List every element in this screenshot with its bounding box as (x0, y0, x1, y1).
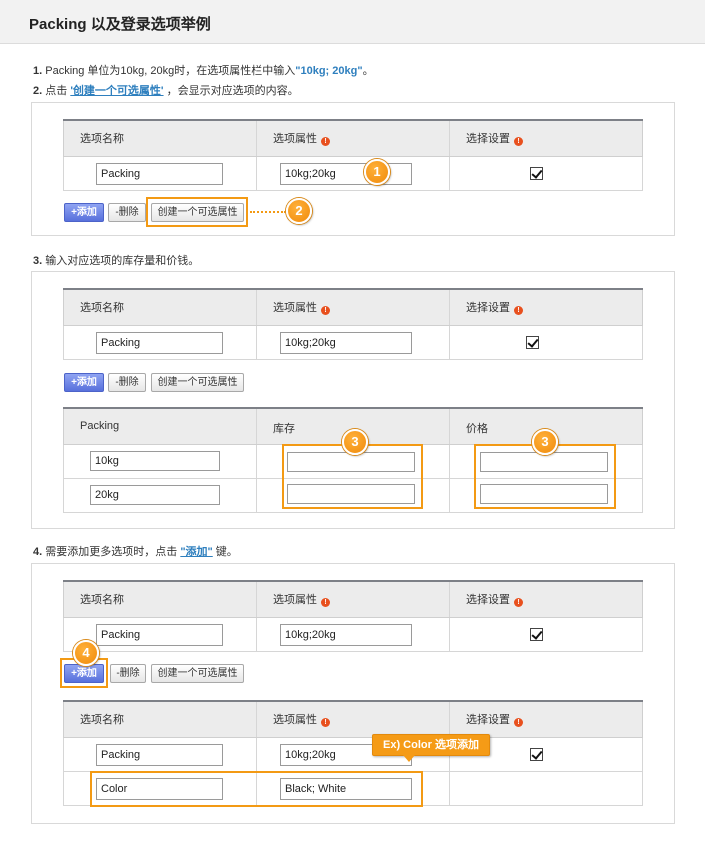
table-cell: 10kg;20kg (256, 324, 450, 360)
step-4-desc: 需要添加更多选项时，点击 (42, 546, 181, 558)
option-attr-input[interactable]: 10kg;20kg (280, 331, 412, 354)
step-4-end: 键。 (212, 546, 238, 558)
step-badge-3: 3 (532, 429, 558, 455)
select-checkbox[interactable] (530, 747, 543, 761)
info-icon: ! (514, 137, 523, 147)
table-cell: Packing (63, 736, 257, 772)
step-4-highlight: "添加" (180, 546, 213, 558)
delete-button[interactable]: -删除 (108, 373, 146, 392)
delete-button[interactable]: -删除 (110, 664, 146, 683)
info-icon: ! (321, 137, 330, 147)
option-name-input[interactable]: Packing (96, 743, 223, 766)
table-cell (449, 770, 643, 806)
col-header-option-attr: 选项属性! (256, 700, 450, 738)
option-table-3: 选项名称 选项属性! 选择设置! Packing 10kg;20kg (63, 580, 643, 652)
col-header-packing: Packing (63, 407, 257, 445)
step-2-highlight: '创建一个可选属性' (70, 85, 164, 97)
highlight-frame (90, 771, 423, 807)
table-cell: Packing (63, 155, 257, 191)
option-table-1: 选项名称 选项属性! 选择设置! Packing 10kg;20kg (63, 119, 643, 191)
packing-value-field[interactable]: 20kg (90, 484, 220, 505)
col-header-option-name: 选项名称 (63, 119, 257, 157)
col-header-option-name: 选项名称 (63, 700, 257, 738)
table-cell: 10kg;20kg (256, 616, 450, 652)
create-option-button[interactable]: 创建一个可选属性 (151, 373, 244, 392)
step-3-text: 3. 输入对应选项的库存量和价钱。 (33, 252, 199, 268)
step-3-desc: 输入对应选项的库存量和价钱。 (42, 255, 200, 267)
page-title: Packing 以及登录选项举例 (29, 16, 211, 33)
table-cell: 10kg;20kg (256, 155, 450, 191)
info-icon: ! (514, 718, 523, 728)
info-icon: ! (321, 718, 330, 728)
step-2-desc: 点击 (42, 85, 71, 97)
step-4-text: 4. 需要添加更多选项时，点击 "添加" 键。 (33, 543, 238, 559)
col-header-select-setting: 选择设置! (449, 580, 643, 618)
step-1-number: 1. (33, 65, 43, 77)
table-cell: 20kg (63, 477, 257, 513)
add-button[interactable]: +添加 (64, 373, 104, 392)
option-attr-input[interactable]: 10kg;20kg (280, 162, 412, 185)
table-cell (449, 324, 643, 360)
step-1-highlight: "10kg; 20kg" (295, 65, 363, 77)
step-2-text: 2. 点击 '创建一个可选属性' ，会显示对应选项的内容。 (33, 82, 299, 98)
info-icon: ! (321, 598, 330, 608)
step-badge-2: 2 (286, 198, 312, 224)
option-name-input[interactable]: Packing (96, 331, 223, 354)
table-cell: 10kg (63, 443, 257, 479)
step-1-text: 1. Packing 单位为10kg, 20kg时，在选项属性栏中输入"10kg… (33, 62, 374, 78)
col-header-select-setting: 选择设置! (449, 700, 643, 738)
col-header-option-name: 选项名称 (63, 288, 257, 326)
col-header-option-attr: 选项属性! (256, 580, 450, 618)
highlight-frame (146, 197, 248, 227)
select-checkbox[interactable] (530, 627, 543, 641)
table-cell: Packing (63, 324, 257, 360)
example-callout: Ex) Color 选项添加 (372, 734, 490, 762)
table-cell (449, 155, 643, 191)
step-badge-1: 1 (364, 159, 390, 185)
callout-line (250, 211, 286, 213)
option-name-input[interactable]: Packing (96, 623, 223, 646)
step-badge-3: 3 (342, 429, 368, 455)
step-1-end: 。 (362, 65, 374, 77)
option-name-input[interactable]: Packing (96, 162, 223, 185)
create-option-button[interactable]: 创建一个可选属性 (151, 664, 244, 683)
step-2-end: ，会显示对应选项的内容。 (163, 85, 299, 97)
step-badge-4: 4 (73, 640, 99, 666)
add-button[interactable]: +添加 (64, 203, 104, 222)
info-icon: ! (514, 306, 523, 316)
select-checkbox[interactable] (530, 166, 543, 180)
col-header-option-attr: 选项属性! (256, 119, 450, 157)
page-header: Packing 以及登录选项举例 (0, 0, 705, 44)
step-4-number: 4. (33, 546, 43, 558)
option-table-2: 选项名称 选项属性! 选择设置! Packing 10kg;20kg (63, 288, 643, 360)
delete-button[interactable]: -删除 (108, 203, 146, 222)
step-2-number: 2. (33, 85, 43, 97)
step-3-number: 3. (33, 255, 43, 267)
packing-value-field[interactable]: 10kg (90, 450, 220, 471)
option-attr-input[interactable]: 10kg;20kg (280, 623, 412, 646)
col-header-select-setting: 选择设置! (449, 288, 643, 326)
step-1-desc: Packing 单位为10kg, 20kg时，在选项属性栏中输入 (42, 65, 296, 77)
col-header-option-attr: 选项属性! (256, 288, 450, 326)
col-header-option-name: 选项名称 (63, 580, 257, 618)
col-header-select-setting: 选择设置! (449, 119, 643, 157)
info-icon: ! (514, 598, 523, 608)
select-checkbox[interactable] (526, 335, 539, 349)
table-cell (449, 616, 643, 652)
info-icon: ! (321, 306, 330, 316)
